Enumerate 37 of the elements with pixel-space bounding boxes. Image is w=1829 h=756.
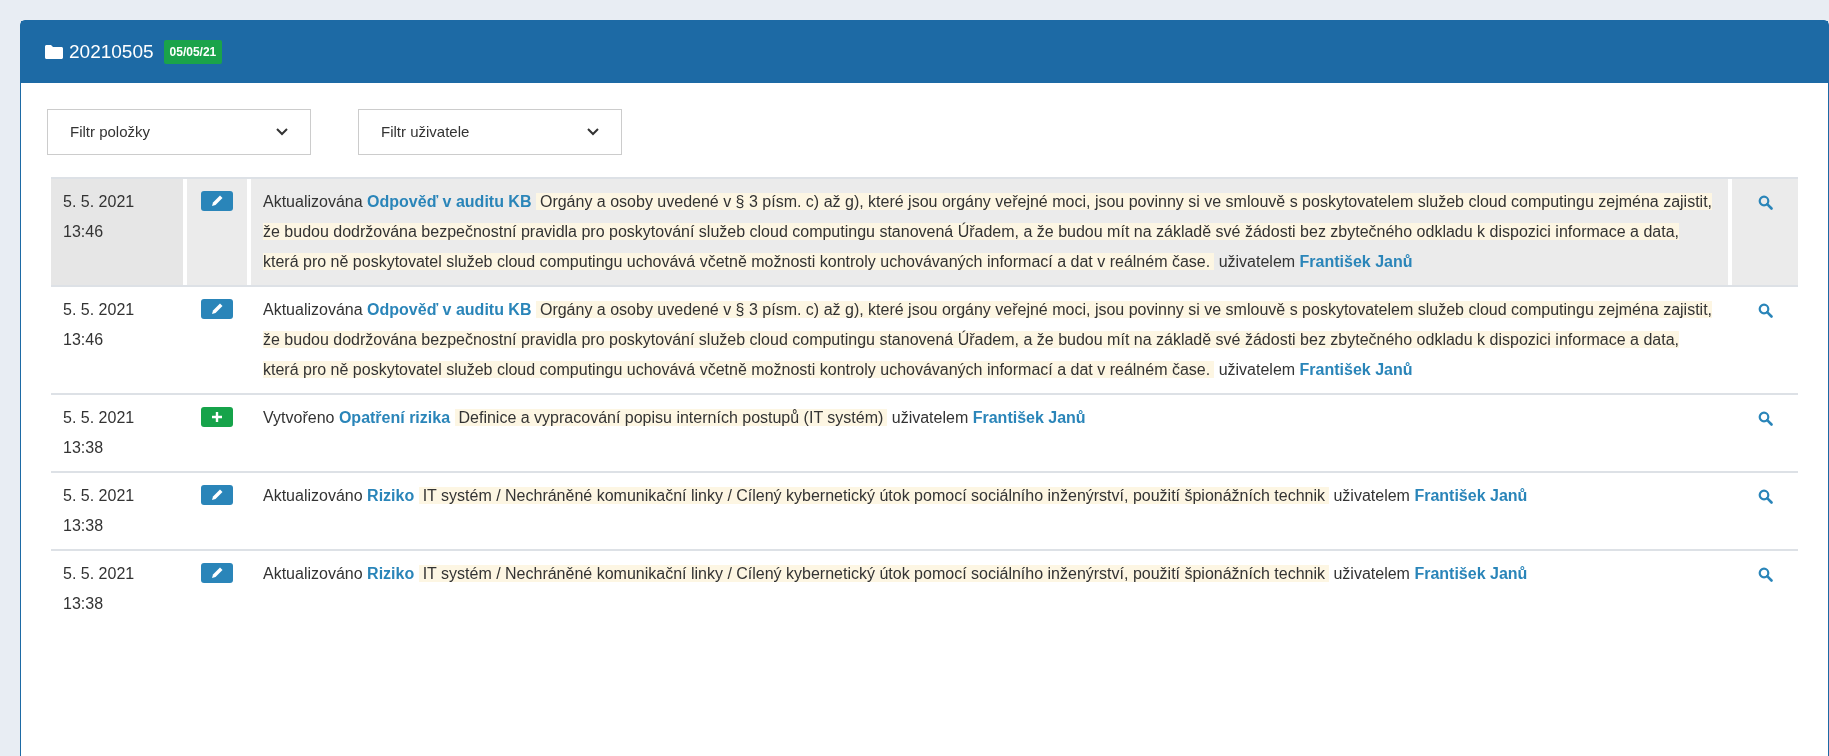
time-text: 13:38	[63, 594, 105, 614]
date-text: 5. 5. 2021	[63, 408, 136, 428]
date-text: 5. 5. 2021	[63, 564, 136, 584]
date-text: 5. 5. 2021	[63, 300, 136, 320]
search-icon[interactable]	[1757, 195, 1773, 210]
search-icon[interactable]	[1757, 411, 1773, 426]
user-link[interactable]: František Janů	[972, 409, 1086, 426]
entity-link[interactable]: Riziko	[367, 565, 415, 582]
date-badge: 05/05/21	[163, 40, 223, 64]
time-text: 13:46	[63, 222, 105, 242]
history-entry-text: Aktualizováno Riziko IT systém / Nechráněné komunikační linky / Cílený kybernetický útok pomocí sociálního inženýrství, použití špionážních technik uživatelem František Janů	[263, 486, 1529, 506]
chevron-down-icon	[587, 128, 599, 136]
time-text: 13:46	[63, 330, 105, 350]
user-link[interactable]: František Janů	[1414, 565, 1528, 582]
time-text: 13:38	[63, 438, 105, 458]
entity-link[interactable]: Odpověď v auditu KB	[367, 193, 532, 210]
date-text: 5. 5. 2021	[63, 486, 136, 506]
chevron-down-icon	[276, 128, 288, 136]
user-link[interactable]: František Janů	[1299, 361, 1413, 378]
search-icon[interactable]	[1757, 303, 1773, 318]
folder-icon	[45, 45, 63, 59]
entity-link[interactable]: Odpověď v auditu KB	[367, 301, 532, 318]
user-link[interactable]: František Janů	[1299, 253, 1413, 270]
entity-link[interactable]: Riziko	[367, 487, 415, 504]
history-entry-text: Vytvořeno Opatření rizika Definice a vypracování popisu interních postupů (IT systém) uživatelem František Janů	[263, 408, 1087, 428]
filter-select[interactable]: Filtr položky	[47, 109, 311, 155]
search-icon[interactable]	[1757, 567, 1773, 582]
entity-link[interactable]: Opatření rizika	[338, 409, 451, 426]
history-entry-text: Aktualizována Odpověď v auditu KB Orgány a osoby uvedené v § 3 písm. c) až g), které jsou orgány veřejné moci, jsou povinny si ve smlouvě s poskytovatelem služeb cloud computingu zejména zajistit, že budou dodržována bezpečnostní pravidla pro poskytování služeb cloud computingu stanovená Úřadem, a že budou mít na základě své žádosti bez zbytečného odkladu k dispozici informace a data, která pro ně poskytovatel služeb cloud computingu uchovává včetně možnosti kontroly uchovávaných informací a dat v reálném čase. uživatelem František Janů	[263, 192, 1714, 272]
history-entry-text: Aktualizována Odpověď v auditu KB Orgány a osoby uvedené v § 3 písm. c) až g), které jsou orgány veřejné moci, jsou povinny si ve smlouvě s poskytovatelem služeb cloud computingu zejména zajistit, že budou dodržována bezpečnostní pravidla pro poskytování služeb cloud computingu stanovená Úřadem, a že budou mít na základě své žádosti bez zbytečného odkladu k dispozici informace a data, která pro ně poskytovatel služeb cloud computingu uchovává včetně možnosti kontroly uchovávaných informací a dat v reálném čase. uživatelem František Janů	[263, 300, 1714, 380]
panel-title: 20210505	[69, 39, 154, 64]
time-text: 13:38	[63, 516, 105, 536]
user-link[interactable]: František Janů	[1414, 487, 1528, 504]
history-entry-text: Aktualizováno Riziko IT systém / Nechráněné komunikační linky / Cílený kybernetický útok pomocí sociálního inženýrství, použití špionážních technik uživatelem František Janů	[263, 564, 1529, 584]
search-icon[interactable]	[1757, 489, 1773, 504]
filter-select[interactable]: Filtr uživatele	[358, 109, 622, 155]
date-text: 5. 5. 2021	[63, 192, 136, 212]
